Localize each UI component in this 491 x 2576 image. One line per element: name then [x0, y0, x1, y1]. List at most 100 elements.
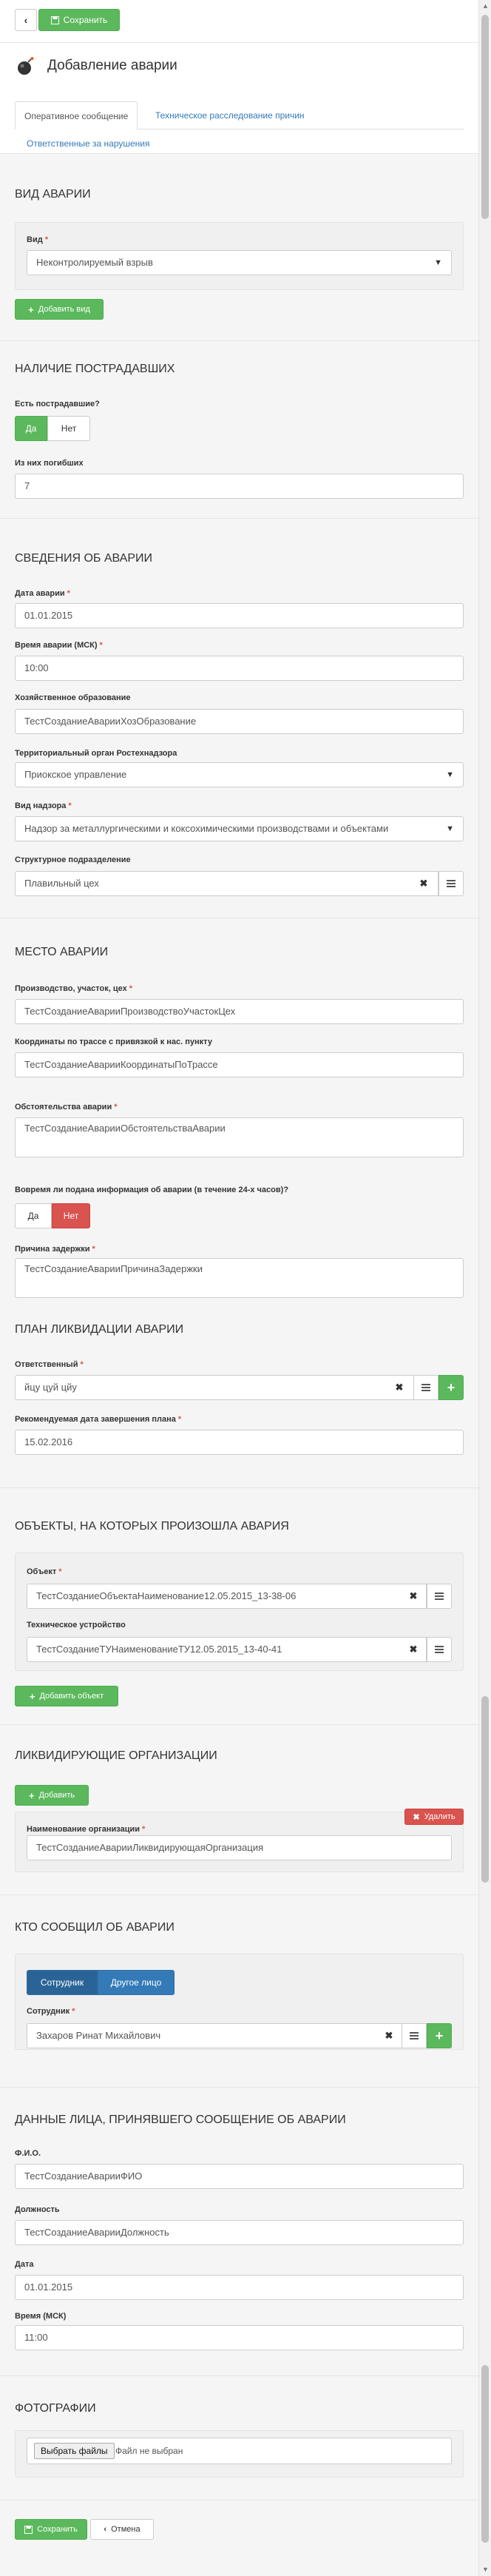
divider: [0, 2375, 478, 2376]
fio-label: Ф.И.О.: [15, 2149, 41, 2158]
divider: [0, 2500, 478, 2501]
delete-liquidator-button[interactable]: ✖ Удалить: [404, 1809, 464, 1825]
responsible-input[interactable]: йцу цуй цйу: [15, 1375, 424, 1400]
accident-time-input[interactable]: 10:00: [15, 656, 464, 681]
clear-device-icon[interactable]: ✖: [406, 1638, 421, 1661]
responsible-label: Ответственный *: [15, 1360, 84, 1369]
section-title-accident-type: ВИД АВАРИИ: [15, 188, 91, 201]
plus-icon: +: [28, 303, 34, 315]
choose-files-button[interactable]: Выбрать файлы: [34, 2443, 115, 2459]
back-button[interactable]: ‹: [15, 9, 37, 31]
clear-employee-icon[interactable]: ✖: [382, 2024, 396, 2048]
production-input[interactable]: ТестСозданиеАварииПроизводствоУчастокЦех: [15, 999, 464, 1024]
unit-label: Структурное подразделение: [15, 855, 131, 864]
position-label: Должность: [15, 2205, 60, 2214]
bomb-icon: [18, 57, 34, 75]
dead-count-input[interactable]: 7: [15, 474, 464, 499]
scroll-down-icon[interactable]: ▼: [479, 2563, 491, 2576]
tab-operational[interactable]: Оперативное сообщение: [15, 101, 138, 130]
due-date-label: Рекомендуемая дата завершения плана *: [15, 1415, 182, 1424]
employee-label: Сотрудник *: [27, 2007, 75, 2016]
coords-input[interactable]: ТестСозданиеАварииКоординатыПоТрассе: [15, 1052, 464, 1077]
chevron-down-icon: ▼: [434, 258, 442, 267]
scrollbar-thumb[interactable]: [481, 2365, 489, 2543]
device-label: Техническое устройство: [27, 1621, 126, 1630]
divider: [0, 518, 478, 519]
list-icon: [435, 1593, 444, 1600]
accident-type-label: Вид *: [27, 235, 48, 244]
cancel-button[interactable]: ‹ Отмена: [90, 2519, 154, 2540]
divider: [0, 2087, 478, 2088]
page-scrollbar[interactable]: ▲ ▼: [478, 0, 491, 2576]
reporter-other-tab[interactable]: Другое лицо: [98, 1970, 175, 1995]
clear-unit-icon[interactable]: ✖: [416, 872, 431, 895]
object-input[interactable]: ТестСозданиеОбъектаНаименование12.05.201…: [27, 1584, 427, 1609]
chevron-left-icon: ‹: [24, 14, 28, 26]
save-button-bottom[interactable]: Сохранить: [15, 2519, 87, 2540]
fio-input[interactable]: ТестСозданиеАварииФИО: [15, 2164, 464, 2189]
accident-date-label: Дата аварии *: [15, 589, 70, 598]
no-file-text: Файл не выбран: [115, 2446, 183, 2456]
reporter-employee-tab[interactable]: Сотрудник: [27, 1970, 98, 1995]
floppy-disk-icon: [24, 2525, 33, 2534]
employee-list-button[interactable]: [402, 2023, 427, 2048]
plus-icon: +: [28, 1789, 35, 1801]
section-title-objects: ОБЪЕКТЫ, НА КОТОРЫХ ПРОИЗОШЛА АВАРИЯ: [15, 1520, 289, 1533]
receiver-date-input[interactable]: 01.01.2015: [15, 2275, 464, 2300]
entity-input[interactable]: ТестСозданиеАварииХозОбразование: [15, 709, 464, 734]
scrollbar-thumb[interactable]: [481, 15, 489, 219]
add-employee-button[interactable]: +: [427, 2023, 452, 2048]
unit-input[interactable]: Плавильный цех: [15, 871, 438, 896]
tab-technical-investigation[interactable]: Техническое расследование причин: [155, 101, 305, 130]
victims-no-toggle[interactable]: Нет: [47, 416, 90, 441]
receiver-date-label: Дата: [15, 2260, 34, 2269]
unit-list-button[interactable]: [438, 871, 464, 896]
section-title-place: МЕСТО АВАРИИ: [15, 946, 109, 958]
scrollbar-thumb[interactable]: [481, 1696, 489, 1883]
delay-reason-textarea[interactable]: ТестСозданиеАварииПричинаЗадержки: [15, 1258, 464, 1298]
responsible-list-button[interactable]: [413, 1375, 438, 1400]
timely-no-toggle[interactable]: Нет: [52, 1203, 90, 1228]
add-responsible-button[interactable]: +: [438, 1375, 464, 1400]
employee-input[interactable]: Захаров Ринат Михайлович: [27, 2023, 413, 2048]
list-icon: [435, 1646, 444, 1653]
due-date-input[interactable]: 15.02.2016: [15, 1430, 464, 1455]
list-icon: [421, 1384, 430, 1391]
accident-date-input[interactable]: 01.01.2015: [15, 603, 464, 628]
timely-label: Вовремя ли подана информация об аварии (…: [15, 1186, 289, 1194]
section-title-plan: ПЛАН ЛИКВИДАЦИИ АВАРИИ: [15, 1323, 184, 1336]
accident-type-select[interactable]: Неконтролируемый взрыв ▼: [27, 250, 452, 275]
authority-select[interactable]: Приокское управление ▼: [15, 762, 464, 787]
add-object-button[interactable]: + Добавить объект: [15, 1686, 118, 1706]
save-button-label: Сохранить: [63, 15, 108, 25]
divider: [0, 1487, 478, 1488]
clear-object-icon[interactable]: ✖: [406, 1584, 421, 1608]
org-name-label: Наименование организации *: [27, 1825, 146, 1834]
device-input[interactable]: ТестСозданиеТУНаименованиеТУ12.05.2015_1…: [27, 1637, 427, 1662]
add-liquidator-button[interactable]: + Добавить: [15, 1785, 89, 1806]
add-type-button[interactable]: + Добавить вид: [15, 299, 104, 320]
chevron-down-icon: ▼: [446, 770, 454, 779]
tab-responsible[interactable]: Ответственные за нарушения: [27, 130, 149, 158]
divider: [0, 340, 478, 341]
org-name-input[interactable]: ТестСозданиеАварииЛиквидирующаяОрганизац…: [27, 1835, 452, 1860]
supervision-select[interactable]: Надзор за металлургическими и коксохимич…: [15, 816, 464, 841]
position-input[interactable]: ТестСозданиеАварииДолжность: [15, 2220, 464, 2245]
top-toolbar: ‹ Сохранить: [0, 0, 478, 43]
production-label: Производство, участок, цех *: [15, 984, 133, 993]
chevron-down-icon: ▼: [446, 824, 454, 833]
scroll-up-icon[interactable]: ▲: [479, 0, 491, 13]
supervision-label: Вид надзора *: [15, 801, 72, 810]
page-header: Добавление аварии Оперативное сообщение …: [0, 43, 478, 154]
timely-yes-toggle[interactable]: Да: [15, 1203, 52, 1228]
object-list-button[interactable]: [427, 1584, 452, 1609]
plus-icon: +: [435, 2028, 444, 2043]
device-list-button[interactable]: [427, 1637, 452, 1662]
add-liquidator-label: Добавить: [38, 1791, 75, 1800]
circumstances-textarea[interactable]: ТестСозданиеАварииОбстоятельстваАварии: [15, 1117, 464, 1157]
page-title: Добавление аварии: [47, 58, 177, 73]
save-button-top[interactable]: Сохранить: [38, 9, 120, 31]
victims-yes-toggle[interactable]: Да: [15, 416, 47, 441]
receiver-time-input[interactable]: 11:00: [15, 2325, 464, 2350]
clear-responsible-icon[interactable]: ✖: [392, 1376, 407, 1399]
